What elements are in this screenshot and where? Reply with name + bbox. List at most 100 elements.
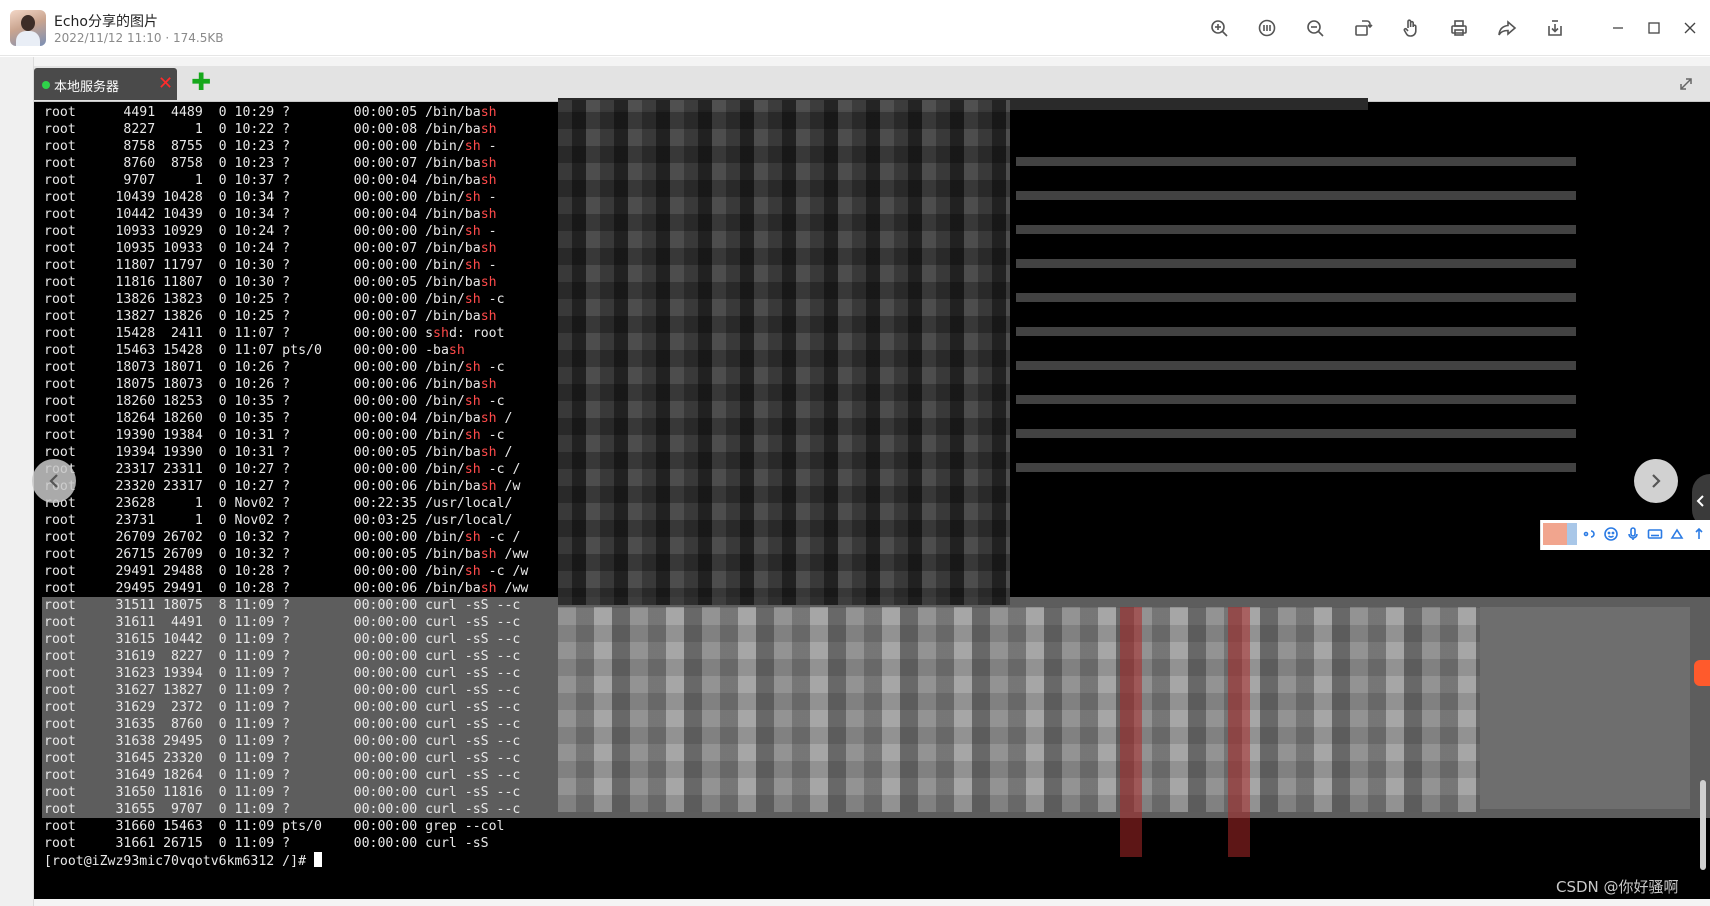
tab-close-icon[interactable]: ✕: [158, 73, 173, 94]
grep-match-text: sh: [480, 173, 497, 188]
process-line-tail: -c: [480, 394, 505, 409]
grep-match-text: sh: [433, 326, 449, 341]
ime-mode-icon[interactable]: [1567, 523, 1577, 545]
process-line-text: root 31645 23320 0 11:09 ? 00:00:00 curl…: [44, 751, 521, 766]
maximize-icon[interactable]: [1642, 16, 1666, 40]
ime-punctuation-icon[interactable]: [1581, 526, 1597, 542]
zoom-out-icon[interactable]: [1303, 16, 1327, 40]
fullscreen-icon[interactable]: [1678, 76, 1694, 92]
process-line-text: root 31661 26715 0 11:09 ? 00:00:00 curl…: [44, 836, 489, 851]
chevron-right-icon: [1652, 474, 1661, 488]
process-line: root 13827 13826 0 10:25 ? 00:00:07 /bin…: [44, 308, 497, 325]
process-line-text: root 15463 15428 0 11:07 pts/0 00:00:00 …: [44, 343, 449, 358]
process-line: root 8758 8755 0 10:23 ? 00:00:00 /bin/s…: [44, 138, 497, 155]
viewer-meta: 2022/11/12 11:10 · 174.5KB: [54, 31, 224, 45]
process-line-text: root 26709 26702 0 10:32 ? 00:00:00 /bin…: [44, 530, 465, 545]
process-line-text: root 18260 18253 0 10:35 ? 00:00:00 /bin…: [44, 394, 465, 409]
process-line-text: root 31649 18264 0 11:09 ? 00:00:00 curl…: [44, 768, 521, 783]
process-line-text: root 31629 2372 0 11:09 ? 00:00:00 curl …: [44, 700, 521, 715]
grep-match-text: sh: [464, 530, 481, 545]
ime-logo-icon[interactable]: [1543, 523, 1567, 545]
grep-match-text: sh: [480, 275, 497, 290]
process-line: root 26709 26702 0 10:32 ? 00:00:00 /bin…: [44, 529, 520, 546]
add-tab-icon[interactable]: ✚: [191, 70, 211, 96]
prompt-text: [root@iZwz93mic70vqotv6km6312 /]#: [44, 854, 314, 869]
process-line: root 29495 29491 0 10:28 ? 00:00:06 /bin…: [44, 580, 528, 597]
grep-match-text: sh: [464, 258, 481, 273]
process-line: root 10933 10929 0 10:24 ? 00:00:00 /bin…: [44, 223, 497, 240]
process-line-text: root 8227 1 0 10:22 ? 00:00:08 /bin/ba: [44, 122, 481, 137]
close-icon[interactable]: [1678, 16, 1702, 40]
tab-label: 本地服务器: [54, 80, 120, 95]
process-line-text: root 18073 18071 0 10:26 ? 00:00:00 /bin…: [44, 360, 465, 375]
process-line: root 15463 15428 0 11:07 pts/0 00:00:00 …: [44, 342, 465, 359]
process-line: root 31623 19394 0 11:09 ? 00:00:00 curl…: [44, 665, 520, 682]
process-line-tail: /: [496, 411, 513, 426]
grep-match-text: sh: [464, 394, 481, 409]
process-line-tail: -: [480, 190, 497, 205]
grep-match-text: sh: [464, 190, 481, 205]
tab-local-server[interactable]: 本地服务器 ✕: [34, 68, 177, 100]
process-line: root 9707 1 0 10:37 ? 00:00:04 /bin/bash: [44, 172, 497, 189]
process-line: root 31619 8227 0 11:09 ? 00:00:00 curl …: [44, 648, 520, 665]
sender-avatar[interactable]: [10, 10, 46, 46]
share-icon[interactable]: [1495, 16, 1519, 40]
process-line-tail: -c: [480, 360, 505, 375]
process-line-text: root 31611 4491 0 11:09 ? 00:00:00 curl …: [44, 615, 521, 630]
microphone-icon[interactable]: [1625, 526, 1641, 542]
process-line-text: root 4491 4489 0 10:29 ? 00:00:05 /bin/b…: [44, 105, 481, 120]
zoom-in-icon[interactable]: [1207, 16, 1231, 40]
process-line: root 31650 11816 0 11:09 ? 00:00:00 curl…: [44, 784, 520, 801]
process-line-text: root 31650 11816 0 11:09 ? 00:00:00 curl…: [44, 785, 521, 800]
shell-prompt[interactable]: [root@iZwz93mic70vqotv6km6312 /]#: [44, 852, 322, 869]
process-line-text: root 10935 10933 0 10:24 ? 00:00:07 /bin…: [44, 241, 481, 256]
process-line-tail: -: [480, 139, 497, 154]
process-line-text: root 29491 29488 0 10:28 ? 00:00:00 /bin…: [44, 564, 465, 579]
process-line-tail: -c: [480, 292, 505, 307]
avatar-body: [16, 31, 40, 46]
grep-match-text: sh: [480, 377, 497, 392]
censor-mosaic: [1016, 140, 1576, 480]
censor-mosaic: [1228, 607, 1250, 857]
grep-match-text: sh: [480, 207, 497, 222]
process-line-tail: -c: [480, 428, 505, 443]
grep-match-text: sh: [464, 139, 481, 154]
process-line-tail: -c /: [480, 462, 521, 477]
watermark: CSDN @你好骚啊: [1556, 878, 1679, 896]
hand-icon[interactable]: [1399, 16, 1423, 40]
minimize-icon[interactable]: [1606, 16, 1630, 40]
process-line-tail: /: [496, 445, 513, 460]
print-icon[interactable]: [1447, 16, 1471, 40]
process-line: root 18073 18071 0 10:26 ? 00:00:00 /bin…: [44, 359, 505, 376]
process-line-text: root 18264 18260 0 10:35 ? 00:00:04 /bin…: [44, 411, 481, 426]
previous-image-button[interactable]: [32, 459, 76, 503]
grep-match-text: sh: [448, 343, 465, 358]
process-line: root 11807 11797 0 10:30 ? 00:00:00 /bin…: [44, 257, 497, 274]
next-image-button[interactable]: [1634, 459, 1678, 503]
process-line: root 31638 29495 0 11:09 ? 00:00:00 curl…: [44, 733, 520, 750]
process-line-tail: -c /w: [480, 564, 529, 579]
connected-status-icon: [42, 81, 50, 89]
process-line: root 10935 10933 0 10:24 ? 00:00:07 /bin…: [44, 240, 497, 257]
process-line-text: root 31660 15463 0 11:09 pts/0 00:00:00 …: [44, 819, 505, 834]
process-line-text: root 31511 18075 8 11:09 ? 00:00:00 curl…: [44, 598, 521, 613]
emoji-icon[interactable]: [1603, 526, 1619, 542]
csdn-float-icon[interactable]: [1694, 660, 1710, 686]
grep-match-text: sh: [480, 241, 497, 256]
ime-more-icon[interactable]: [1691, 526, 1707, 542]
skin-icon[interactable]: [1669, 526, 1685, 542]
rotate-icon[interactable]: [1351, 16, 1375, 40]
process-line-text: root 31655 9707 0 11:09 ? 00:00:00 curl …: [44, 802, 521, 817]
fit-original-icon[interactable]: [1255, 16, 1279, 40]
process-line-text: root 31615 10442 0 11:09 ? 00:00:00 curl…: [44, 632, 521, 647]
process-line: root 19390 19384 0 10:31 ? 00:00:00 /bin…: [44, 427, 505, 444]
process-line-text: root 31619 8227 0 11:09 ? 00:00:00 curl …: [44, 649, 521, 664]
terminal-scrollbar[interactable]: [1700, 780, 1706, 870]
process-line-tail: /w: [496, 479, 521, 494]
download-icon[interactable]: [1543, 16, 1567, 40]
process-line-tail: /ww: [496, 547, 529, 562]
grep-match-text: sh: [464, 462, 481, 477]
process-line: root 23317 23311 0 10:27 ? 00:00:00 /bin…: [44, 461, 520, 478]
process-line: root 31645 23320 0 11:09 ? 00:00:00 curl…: [44, 750, 520, 767]
keyboard-icon[interactable]: [1647, 526, 1663, 542]
